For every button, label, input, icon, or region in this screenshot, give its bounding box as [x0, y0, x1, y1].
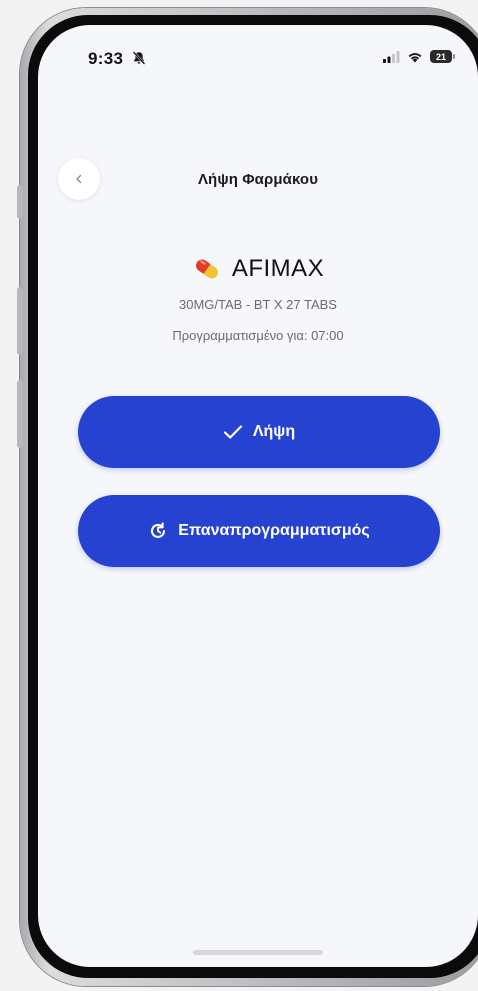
take-button-label: Λήψη	[252, 423, 296, 440]
bell-slash-icon	[132, 51, 146, 65]
battery-level: 21	[435, 51, 446, 62]
reschedule-clock-icon	[151, 522, 166, 538]
status-time: 9:33	[88, 49, 124, 68]
medication-dosage: 30MG/TAB - BT X 27 TABS	[179, 297, 337, 312]
wifi-icon	[408, 52, 422, 62]
status-indicators: 21	[383, 50, 455, 63]
medication-name: AFIMAX	[231, 255, 325, 282]
silent-switch	[17, 185, 23, 219]
status-bar: 9:33 21	[38, 25, 478, 85]
check-icon	[223, 425, 242, 439]
home-indicator	[193, 950, 323, 955]
volume-up-button	[17, 287, 23, 355]
take-button[interactable]: Λήψη	[78, 396, 440, 468]
signal-icon	[383, 50, 400, 63]
medication-header: AFIMAX	[38, 255, 478, 283]
page-title: Λήψη Φαρμάκου	[197, 171, 319, 188]
battery-icon: 21	[430, 50, 455, 63]
volume-down-button	[17, 380, 23, 448]
medication-schedule: Προγραμματισμένο για: 07:00	[172, 328, 344, 343]
pill-icon	[195, 259, 218, 279]
reschedule-button-label: Επαναπρογραμματισμός	[178, 522, 370, 539]
reschedule-button[interactable]: Επαναπρογραμματισμός	[78, 495, 440, 567]
app-screen: 9:33 21 Λήψη Φαρμάκου AFIMAX 30MG/TAB - …	[38, 25, 478, 967]
